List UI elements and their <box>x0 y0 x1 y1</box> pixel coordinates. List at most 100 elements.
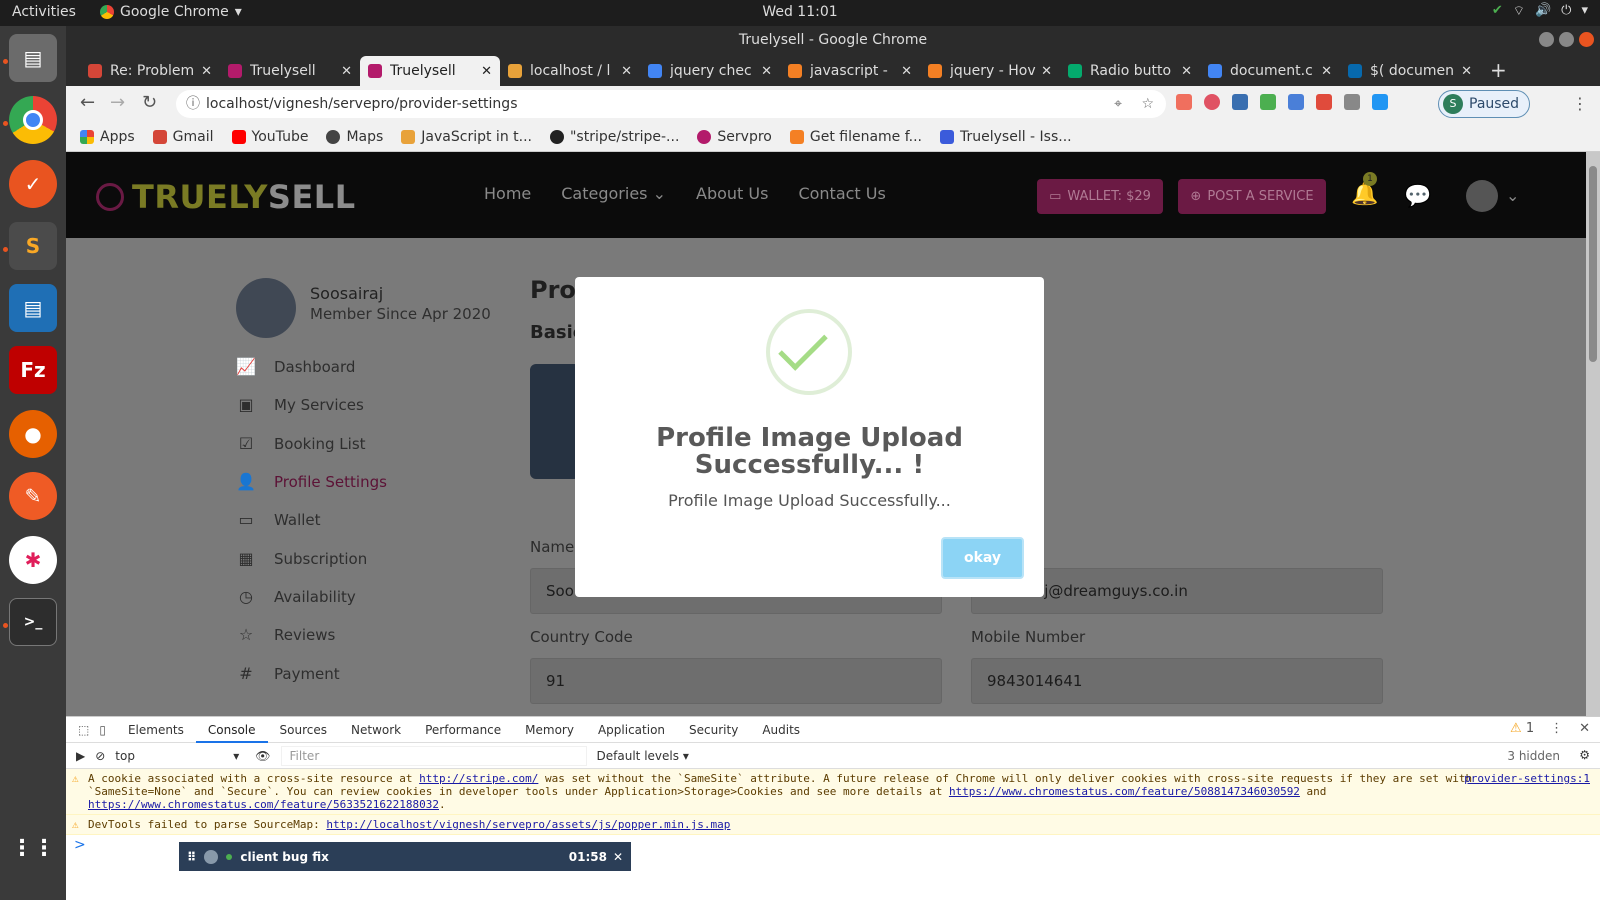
time-tracker-widget[interactable]: ⠿ client bug fix 01:58 ✕ <box>179 842 631 871</box>
country-code-field[interactable]: 91 <box>530 658 942 704</box>
new-tab-button[interactable]: + <box>1490 58 1507 82</box>
firefox-app-icon[interactable]: ● <box>9 410 57 458</box>
extension-icon[interactable] <box>1176 94 1192 110</box>
settings-gear-icon[interactable]: ⚙ <box>1579 748 1590 762</box>
sidebar-item-payment[interactable]: # Payment <box>236 654 387 692</box>
bookmark-item[interactable]: YouTube <box>231 129 308 145</box>
nav-about[interactable]: About Us <box>696 184 768 203</box>
close-tab-icon[interactable]: ✕ <box>341 64 352 79</box>
bookmark-item[interactable]: JavaScript in t... <box>401 129 532 145</box>
browser-tab-active[interactable]: Truelysell ✕ <box>360 56 500 86</box>
writer-app-icon[interactable]: ▤ <box>9 284 57 332</box>
bookmark-star-icon[interactable]: ☆ <box>1141 90 1154 118</box>
tab-performance[interactable]: Performance <box>413 717 513 743</box>
browser-tab[interactable]: document.c ✕ <box>1200 56 1340 86</box>
app-menu[interactable]: Google Chrome ▾ <box>100 4 242 20</box>
browser-tab[interactable]: Re: Problem ✕ <box>80 56 220 86</box>
extension-icon[interactable] <box>1316 94 1332 110</box>
profile-image-preview[interactable] <box>530 364 580 479</box>
warning-link[interactable]: http://stripe.com/ <box>419 772 538 785</box>
maximize-button[interactable] <box>1559 32 1574 47</box>
extension-icon[interactable] <box>1344 94 1360 110</box>
sidebar-item-availability[interactable]: ◷ Availability <box>236 578 387 616</box>
bookmark-item[interactable]: Truelysell - Iss... <box>940 129 1072 145</box>
browser-tab[interactable]: jquery chec ✕ <box>640 56 780 86</box>
warnings-counter[interactable]: ⚠ 1 <box>1510 721 1534 736</box>
back-icon[interactable]: ← <box>80 92 95 113</box>
browser-tab[interactable]: $( documen ✕ <box>1340 56 1480 86</box>
tab-console[interactable]: Console <box>195 717 268 743</box>
close-tab-icon[interactable]: ✕ <box>901 64 912 79</box>
chevron-down-icon[interactable]: ⌄ <box>1506 186 1519 205</box>
info-icon[interactable]: ⓘ <box>186 90 200 118</box>
close-devtools-icon[interactable]: ✕ <box>1579 721 1590 736</box>
tab-sources[interactable]: Sources <box>268 717 339 743</box>
bookmark-item[interactable]: Servpro <box>697 129 772 145</box>
warning-link[interactable]: https://www.chromestatus.com/feature/508… <box>949 785 1300 798</box>
browser-tab[interactable]: Truelysell ✕ <box>220 56 360 86</box>
location-icon[interactable]: ⌖ <box>1114 90 1122 118</box>
extension-icon[interactable] <box>1204 94 1220 110</box>
close-tab-icon[interactable]: ✕ <box>481 64 492 79</box>
more-icon[interactable]: ⋮ <box>1550 721 1563 736</box>
stop-button[interactable] <box>204 849 219 864</box>
close-tab-icon[interactable]: ✕ <box>1461 64 1472 79</box>
forward-icon[interactable]: → <box>110 92 125 113</box>
okay-button[interactable]: okay <box>941 537 1024 579</box>
filezilla-app-icon[interactable]: Fz <box>9 346 57 394</box>
close-icon[interactable]: ✕ <box>613 850 623 864</box>
context-selector[interactable]: top ▾ <box>115 749 245 763</box>
reload-icon[interactable]: ↻ <box>142 92 157 113</box>
extension-icon[interactable] <box>1288 94 1304 110</box>
chrome-app-icon[interactable] <box>9 96 57 144</box>
close-window-button[interactable] <box>1579 32 1594 47</box>
sidebar-item-booking-list[interactable]: ☑ Booking List <box>236 425 387 463</box>
notifications-button[interactable]: 🔔 1 <box>1351 172 1378 207</box>
bookmark-item[interactable]: Maps <box>326 129 383 145</box>
close-tab-icon[interactable]: ✕ <box>1041 64 1052 79</box>
clear-console-icon[interactable]: ⊘ <box>95 749 105 763</box>
chrome-menu-icon[interactable]: ⋮ <box>1572 94 1588 113</box>
browser-tab[interactable]: javascript - ✕ <box>780 56 920 86</box>
sidebar-item-reviews[interactable]: ☆ Reviews <box>236 616 387 654</box>
tab-memory[interactable]: Memory <box>513 717 586 743</box>
warning-link[interactable]: https://www.chromestatus.com/feature/563… <box>88 798 439 811</box>
close-tab-icon[interactable]: ✕ <box>621 64 632 79</box>
site-logo[interactable]: TRUELY SELL <box>96 178 356 216</box>
show-apps-icon[interactable]: ⋮⋮ <box>9 824 57 872</box>
source-link[interactable]: provider-settings:1 <box>1464 772 1590 785</box>
sidebar-toggle-icon[interactable]: ▶ <box>76 749 85 763</box>
files-app-icon[interactable]: ▤ <box>9 34 57 82</box>
warning-link[interactable]: http://localhost/vignesh/servepro/assets… <box>326 818 730 831</box>
browser-tab[interactable]: Radio butto ✕ <box>1060 56 1200 86</box>
sidebar-item-dashboard[interactable]: 📈 Dashboard <box>236 348 387 386</box>
bookmark-item[interactable]: Gmail <box>152 129 214 145</box>
mobile-number-field[interactable]: 9843014641 <box>971 658 1383 704</box>
sidebar-item-my-services[interactable]: ▣ My Services <box>236 386 387 424</box>
sidebar-item-profile-settings[interactable]: 👤 Profile Settings <box>236 463 387 501</box>
bookmark-item[interactable]: "stripe/stripe-... <box>549 129 679 145</box>
browser-tab[interactable]: localhost / l ✕ <box>500 56 640 86</box>
scrollbar-thumb[interactable] <box>1589 166 1597 362</box>
todo-app-icon[interactable]: ✓ <box>9 160 57 208</box>
nav-contact[interactable]: Contact Us <box>798 184 885 203</box>
tab-elements[interactable]: Elements <box>116 717 196 743</box>
bookmark-item[interactable]: Get filename f... <box>789 129 922 145</box>
sidebar-item-wallet[interactable]: ▭ Wallet <box>236 501 387 539</box>
address-bar[interactable]: ⓘ localhost/vignesh/servepro/provider-se… <box>176 90 1166 118</box>
extension-icon[interactable] <box>1232 94 1248 110</box>
close-tab-icon[interactable]: ✕ <box>761 64 772 79</box>
activities-button[interactable]: Activities <box>12 4 76 20</box>
sublime-app-icon[interactable]: S <box>9 222 57 270</box>
log-levels-dropdown[interactable]: Default levels ▾ <box>597 749 689 763</box>
sidebar-item-subscription[interactable]: ▦ Subscription <box>236 539 387 577</box>
wallet-button[interactable]: ▭ WALLET: $29 <box>1037 179 1163 214</box>
tab-network[interactable]: Network <box>339 717 413 743</box>
nav-categories[interactable]: Categories ⌄ <box>561 184 666 203</box>
bookmark-item[interactable]: Apps <box>80 129 135 145</box>
drag-handle-icon[interactable]: ⠿ <box>187 850 196 864</box>
device-toggle-icon[interactable]: ▯ <box>99 723 106 737</box>
tab-security[interactable]: Security <box>677 717 750 743</box>
close-tab-icon[interactable]: ✕ <box>1181 64 1192 79</box>
page-scrollbar[interactable] <box>1586 152 1600 716</box>
